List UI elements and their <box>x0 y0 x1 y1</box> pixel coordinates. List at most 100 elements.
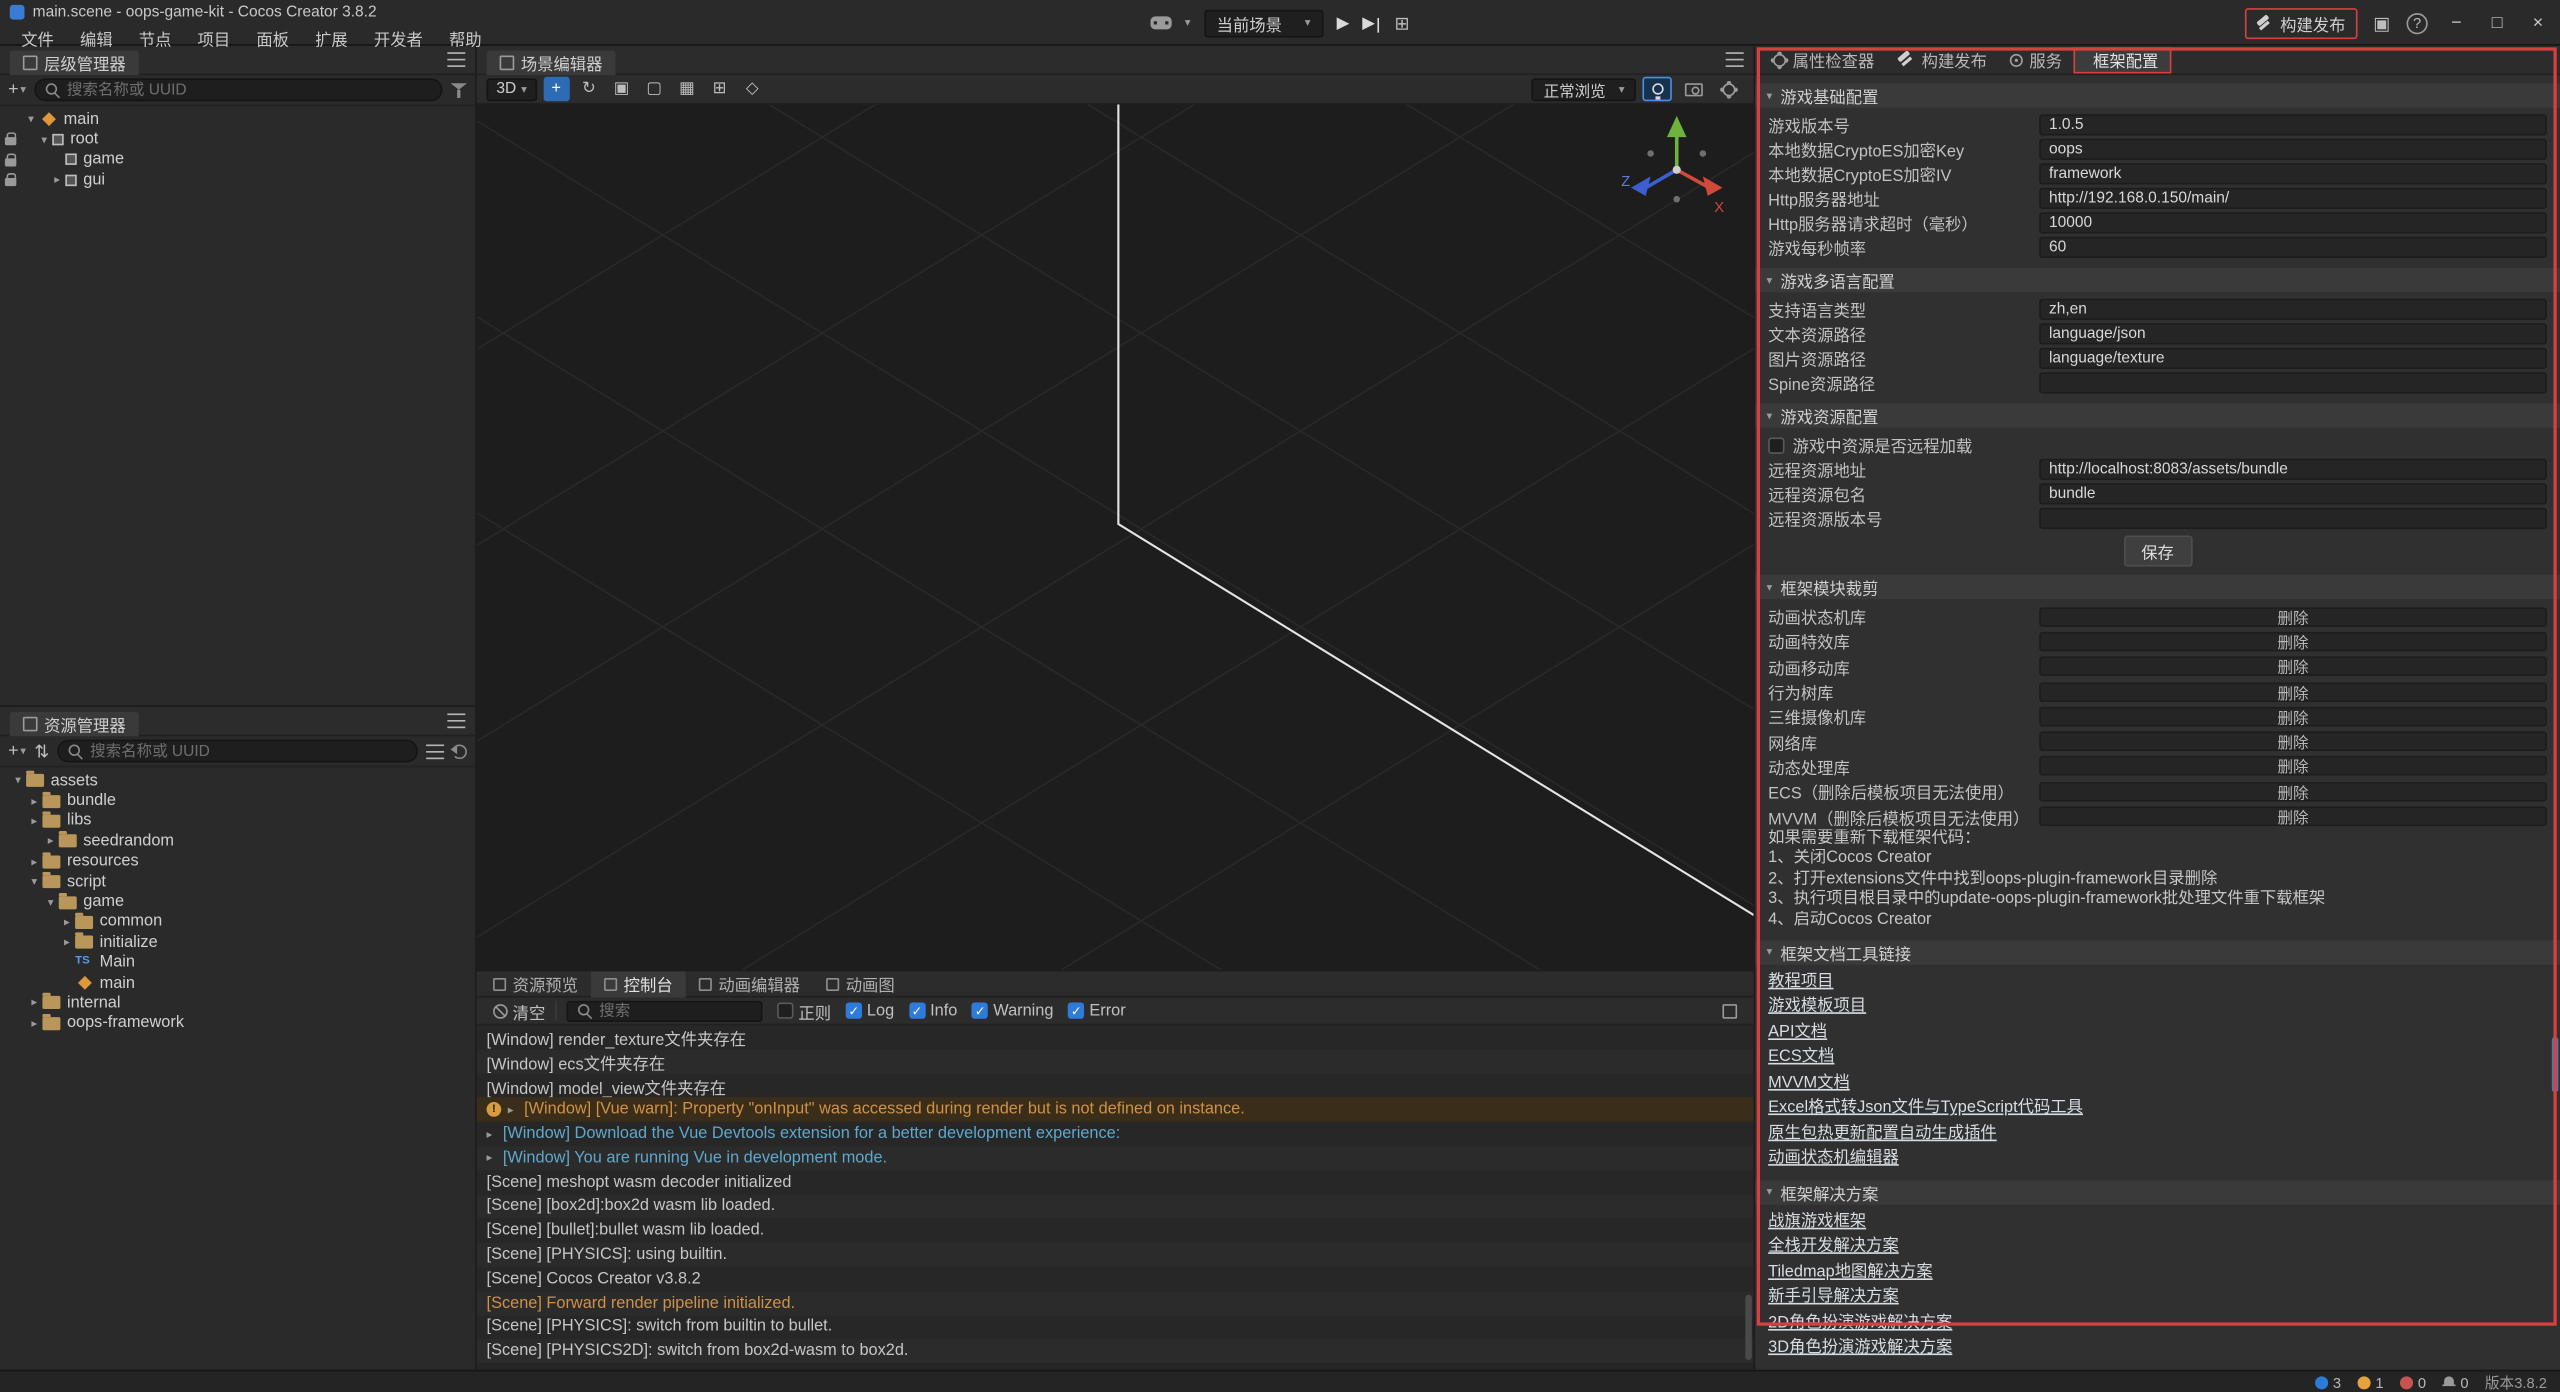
add-node-button[interactable]: + ▾ <box>8 80 26 100</box>
expand-arrow-icon[interactable]: ▸ <box>26 855 42 868</box>
filter-checkbox[interactable]: ✓ <box>909 1002 925 1018</box>
asset-node[interactable]: main <box>0 973 475 993</box>
section-header[interactable]: ▾ 游戏基础配置 <box>1755 83 2560 107</box>
console-tab[interactable]: 动画编辑器 <box>686 971 813 997</box>
inspector-tab[interactable]: 服务 <box>1998 47 2073 73</box>
lock-icon[interactable] <box>5 133 16 148</box>
hierarchy-node[interactable]: ▾ root <box>0 130 475 150</box>
menu-item[interactable]: 节点 <box>127 24 183 52</box>
delete-module-button[interactable]: 删除 <box>2039 657 2547 677</box>
expand-arrow-icon[interactable]: ▸ <box>26 794 42 807</box>
asset-node[interactable]: ▸ initialize <box>0 932 475 952</box>
console-tab[interactable]: 资源预览 <box>480 971 591 997</box>
camera-settings-button[interactable] <box>1678 77 1707 101</box>
error-count-indicator[interactable]: 0 <box>2400 1374 2426 1390</box>
console-log-row[interactable]: ! ▸ [Window] [Vue warn]: Property "onInp… <box>477 1098 1754 1122</box>
doc-link[interactable]: 教程项目 <box>1755 969 2560 994</box>
add-asset-button[interactable]: + ▾ <box>8 741 26 761</box>
inspector-tab[interactable]: 构建发布 <box>1886 47 1999 73</box>
expand-arrow-icon[interactable]: ▸ <box>26 815 42 828</box>
filter-checkbox[interactable]: ✓ <box>846 1002 862 1018</box>
lock-icon[interactable] <box>5 153 16 168</box>
asset-node[interactable]: ▸ common <box>0 912 475 932</box>
asset-node[interactable]: ▸ seedrandom <box>0 831 475 851</box>
section-header[interactable]: ▾ 游戏资源配置 <box>1755 403 2560 427</box>
scene-settings-button[interactable] <box>1714 77 1743 101</box>
solution-link[interactable]: 2D角色扮演游戏解决方案 <box>1755 1310 2560 1335</box>
section-header[interactable]: ▾ 游戏多语言配置 <box>1755 268 2560 292</box>
log-filter[interactable]: ✓ Log <box>846 1002 894 1020</box>
menu-item[interactable]: 扩展 <box>304 24 360 52</box>
sort-assets-icon[interactable]: ⇅ <box>34 740 49 761</box>
help-icon[interactable]: ? <box>2407 12 2428 33</box>
asset-node[interactable]: ▸ resources <box>0 852 475 872</box>
console-log-row[interactable]: [Window] render_texture文件夹存在 <box>477 1025 1754 1049</box>
console-log-row[interactable]: [Scene] [PHYSICS]: switch from builtin t… <box>477 1315 1754 1339</box>
preview-device-icon[interactable] <box>1150 16 1171 29</box>
log-count-indicator[interactable]: 3 <box>2315 1374 2341 1390</box>
expand-arrow-icon[interactable]: ▸ <box>508 1103 524 1116</box>
asset-node[interactable]: ▾ game <box>0 892 475 912</box>
console-log-row[interactable]: [Scene] Cocos Creator v3.8.2 <box>477 1267 1754 1291</box>
console-log-row[interactable]: ▸ [Window] You are running Vue in develo… <box>477 1146 1754 1170</box>
delete-module-button[interactable]: 删除 <box>2039 732 2547 752</box>
asset-node[interactable]: ▸ libs <box>0 811 475 831</box>
expand-arrow-icon[interactable]: ▾ <box>26 875 42 888</box>
log-filter[interactable]: ✓ Error <box>1068 1002 1126 1020</box>
doc-link[interactable]: 游戏模板项目 <box>1755 995 2560 1020</box>
move-tool-button[interactable]: + <box>543 77 569 101</box>
solution-link[interactable]: 新手引导解决方案 <box>1755 1285 2560 1310</box>
rect-tool-button[interactable]: ▢ <box>641 77 667 101</box>
doc-link[interactable]: 原生包热更新配置自动生成插件 <box>1755 1121 2560 1146</box>
save-button[interactable]: 保存 <box>2123 536 2192 567</box>
expand-arrow-icon[interactable]: ▾ <box>36 133 52 146</box>
console-tab[interactable]: 控制台 <box>591 971 686 997</box>
solution-link[interactable]: 战旗游戏框架 <box>1755 1209 2560 1234</box>
console-log-row[interactable]: ▸ [Window] Download the Vue Devtools ext… <box>477 1122 1754 1146</box>
expand-arrow-icon[interactable]: ▾ <box>10 774 26 787</box>
remote-load-checkbox[interactable] <box>1768 437 1784 453</box>
expand-arrow-icon[interactable]: ▸ <box>487 1152 503 1165</box>
field-input[interactable] <box>2039 483 2547 504</box>
delete-module-button[interactable]: 删除 <box>2039 632 2547 652</box>
asset-node[interactable]: ▸ oops-framework <box>0 1013 475 1033</box>
filter-checkbox[interactable]: ✓ <box>972 1002 988 1018</box>
asset-node[interactable]: ▸ bundle <box>0 791 475 811</box>
console-log-row[interactable]: [Scene] Forward render pipeline initiali… <box>477 1291 1754 1315</box>
expand-arrow-icon[interactable]: ▸ <box>487 1127 503 1140</box>
menu-item[interactable]: 编辑 <box>69 24 125 52</box>
field-input[interactable] <box>2039 237 2547 258</box>
doc-link[interactable]: ECS文档 <box>1755 1045 2560 1070</box>
console-log-row[interactable]: [Scene] [PHYSICS2D]: switch from box2d-w… <box>477 1339 1754 1363</box>
console-log-row[interactable]: [Scene] meshopt wasm decoder initialized <box>477 1170 1754 1194</box>
lock-icon[interactable] <box>5 113 16 128</box>
view-mode-select[interactable]: 正常浏览 ▾ <box>1532 78 1636 101</box>
field-input[interactable] <box>2039 139 2547 160</box>
maximize-button[interactable]: □ <box>2485 13 2509 33</box>
assets-search-input[interactable] <box>90 742 406 760</box>
expand-arrow-icon[interactable]: ▸ <box>26 997 42 1010</box>
rotate-tool-button[interactable]: ↻ <box>576 77 602 101</box>
notification-indicator[interactable]: 0 <box>2442 1374 2468 1390</box>
field-input[interactable] <box>2039 459 2547 480</box>
close-button[interactable]: × <box>2526 13 2550 33</box>
console-log-row[interactable]: [Scene] [PHYSICS]: using builtin. <box>477 1243 1754 1267</box>
hierarchy-node[interactable]: ▾ main <box>0 109 475 129</box>
expand-arrow-icon[interactable]: ▾ <box>23 113 39 126</box>
console-log-row[interactable]: [Window] ecs文件夹存在 <box>477 1049 1754 1073</box>
section-header[interactable]: ▾ 框架模块裁剪 <box>1755 575 2560 599</box>
field-input[interactable] <box>2039 348 2547 369</box>
field-input[interactable] <box>2039 323 2547 344</box>
expand-arrow-icon[interactable]: ▾ <box>42 896 58 909</box>
console-log-row[interactable]: [Scene] [bullet]:bullet wasm lib loaded. <box>477 1219 1754 1243</box>
section-header[interactable]: ▾ 框架解决方案 <box>1755 1180 2560 1204</box>
panel-menu-icon[interactable] <box>1726 52 1744 67</box>
asset-node[interactable]: ▾ script <box>0 872 475 892</box>
menu-item[interactable]: 文件 <box>10 24 66 52</box>
console-log-row[interactable]: [Scene] [box2d]:box2d wasm lib loaded. <box>477 1194 1754 1218</box>
console-search-input[interactable] <box>599 1002 751 1020</box>
asset-node[interactable]: Main <box>0 953 475 973</box>
expand-arrow-icon[interactable]: ▸ <box>49 174 65 187</box>
hierarchy-search-input[interactable] <box>67 81 431 99</box>
doc-link[interactable]: Excel格式转Json文件与TypeScript代码工具 <box>1755 1096 2560 1121</box>
